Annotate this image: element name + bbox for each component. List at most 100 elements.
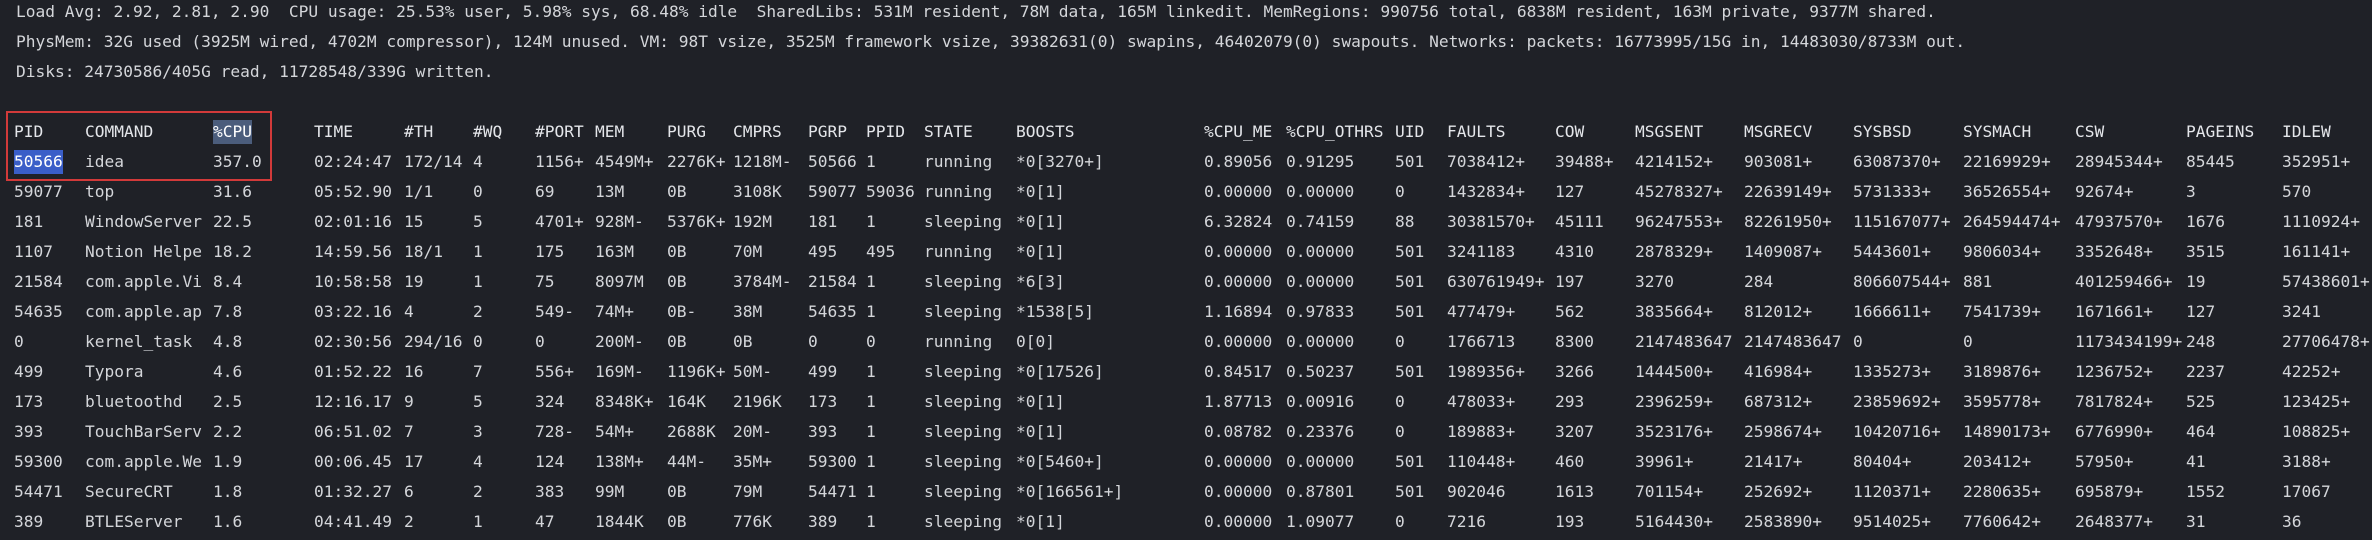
cell-boosts: *0[5460+] <box>1016 452 1104 471</box>
cell-uid: 0 <box>1395 182 1405 201</box>
cell-sysbsd: 806607544+ <box>1853 272 1951 291</box>
column-header-cpu-me: %CPU_ME <box>1204 122 1273 141</box>
summary-mem-line: PhysMem: 32G used (3925M wired, 4702M co… <box>16 32 1966 51</box>
cell-port: 728- <box>535 422 574 441</box>
cell-state: running <box>924 332 993 351</box>
cell-time: 14:59.56 <box>314 242 392 261</box>
cell-uid: 0 <box>1395 392 1405 411</box>
cell-cow: 293 <box>1555 392 1585 411</box>
cell-cpu-me: 0.00000 <box>1204 272 1273 291</box>
cell-cmprs: 3784M- <box>733 272 792 291</box>
cell-wq: 5 <box>473 212 483 231</box>
cell-sysmach: 203412+ <box>1963 452 2032 471</box>
cell-idlew: 108825+ <box>2282 422 2351 441</box>
cell-cpu-othrs: 0.00000 <box>1286 182 1355 201</box>
cell-idlew: 3241 <box>2282 302 2321 321</box>
cell-pid: 1107 <box>14 242 53 261</box>
summary-load-line: Load Avg: 2.92, 2.81, 2.90 CPU usage: 25… <box>16 2 1936 21</box>
column-header-faults: FAULTS <box>1447 122 1506 141</box>
cell-boosts: *0[1] <box>1016 182 1065 201</box>
cell-mem: 8097M <box>595 272 644 291</box>
cell-cpu-me: 0.00000 <box>1204 182 1273 201</box>
cell-cpu-me: 6.32824 <box>1204 212 1273 231</box>
cell-msgsent: 45278327+ <box>1635 182 1723 201</box>
cell-pageins: 41 <box>2186 452 2206 471</box>
cell-pgrp: 499 <box>808 362 838 381</box>
cell-th: 1/1 <box>404 182 434 201</box>
cell-mem: 74M+ <box>595 302 634 321</box>
cell-cpu-othrs: 0.00000 <box>1286 332 1355 351</box>
cell-cpu: 31.6 <box>213 182 252 201</box>
cell-pgrp: 0 <box>808 332 818 351</box>
cell-state: running <box>924 152 993 171</box>
cell-msgsent: 2878329+ <box>1635 242 1713 261</box>
cell-boosts: *0[1] <box>1016 242 1065 261</box>
cell-faults: 7216 <box>1447 512 1486 531</box>
cell-state: sleeping <box>924 362 1002 381</box>
cell-time: 10:58:58 <box>314 272 392 291</box>
cell-cpu-othrs: 0.00000 <box>1286 242 1355 261</box>
cell-th: 4 <box>404 302 414 321</box>
cell-sysbsd: 9514025+ <box>1853 512 1931 531</box>
cell-idlew: 27706478+ <box>2282 332 2370 351</box>
cell-uid: 501 <box>1395 152 1425 171</box>
cell-time: 06:51.02 <box>314 422 392 441</box>
cell-cmprs: 35M+ <box>733 452 772 471</box>
cell-uid: 501 <box>1395 482 1425 501</box>
cell-faults: 110448+ <box>1447 452 1516 471</box>
cell-command: com.apple.We <box>85 452 202 471</box>
cell-idlew: 123425+ <box>2282 392 2351 411</box>
cell-pid: 59300 <box>14 452 63 471</box>
cell-sysmach: 14890173+ <box>1963 422 2051 441</box>
cell-csw: 401259466+ <box>2075 272 2173 291</box>
cell-cow: 197 <box>1555 272 1585 291</box>
cell-th: 18/1 <box>404 242 443 261</box>
table-row: 181 WindowServer 22.5 02:01:16 15 5 4701+ 928M-… <box>0 210 2372 240</box>
cell-time: 00:06.45 <box>314 452 392 471</box>
cell-cow: 562 <box>1555 302 1585 321</box>
cell-boosts: *0[17526] <box>1016 362 1104 381</box>
cell-pid: 0 <box>14 332 24 351</box>
cell-uid: 88 <box>1395 212 1415 231</box>
cell-command: BTLEServer <box>85 512 183 531</box>
cell-state: running <box>924 182 993 201</box>
cell-pgrp: 181 <box>808 212 838 231</box>
cell-csw: 2648377+ <box>2075 512 2153 531</box>
summary-disk-line: Disks: 24730586/405G read, 11728548/339G… <box>16 62 494 81</box>
cell-faults: 7038412+ <box>1447 152 1525 171</box>
cell-state: running <box>924 242 993 261</box>
cell-msgrecv: 21417+ <box>1744 452 1803 471</box>
column-header-csw: CSW <box>2075 122 2105 141</box>
cell-command: TouchBarServ <box>85 422 202 441</box>
cell-cpu-me: 1.16894 <box>1204 302 1273 321</box>
cell-cow: 1613 <box>1555 482 1594 501</box>
table-row: 389 BTLEServer 1.6 04:41.49 2 1 47 1844K 0B 776K 3… <box>0 510 2372 540</box>
cell-faults: 3241183 <box>1447 242 1516 261</box>
cell-boosts: *0[1] <box>1016 422 1065 441</box>
cell-pgrp: 50566 <box>808 152 857 171</box>
cell-ppid: 1 <box>866 452 876 471</box>
cell-sysbsd: 1666611+ <box>1853 302 1931 321</box>
cell-pid: 54635 <box>14 302 63 321</box>
cell-ppid: 495 <box>866 242 896 261</box>
cell-uid: 0 <box>1395 512 1405 531</box>
cell-msgsent: 96247553+ <box>1635 212 1723 231</box>
table-row: 54471 SecureCRT 1.8 01:32.27 6 2 383 99M 0B 79M 54… <box>0 480 2372 510</box>
cell-sysbsd: 10420716+ <box>1853 422 1941 441</box>
cell-faults: 30381570+ <box>1447 212 1535 231</box>
cell-purg: 0B <box>667 482 687 501</box>
cell-cpu-othrs: 0.00000 <box>1286 452 1355 471</box>
cell-ppid: 1 <box>866 302 876 321</box>
cell-wq: 5 <box>473 392 483 411</box>
cell-msgrecv: 812012+ <box>1744 302 1813 321</box>
cell-msgsent: 3523176+ <box>1635 422 1713 441</box>
cell-sysmach: 3189876+ <box>1963 362 2041 381</box>
table-row: 173 bluetoothd 2.5 12:16.17 9 5 324 8348K+ 164K 2… <box>0 390 2372 420</box>
cell-th: 16 <box>404 362 424 381</box>
cell-cpu-othrs: 0.97833 <box>1286 302 1355 321</box>
cell-cpu-othrs: 0.91295 <box>1286 152 1355 171</box>
cell-cpu-othrs: 1.09077 <box>1286 512 1355 531</box>
cell-cow: 45111 <box>1555 212 1604 231</box>
cell-msgrecv: 416984+ <box>1744 362 1813 381</box>
cell-state: sleeping <box>924 422 1002 441</box>
